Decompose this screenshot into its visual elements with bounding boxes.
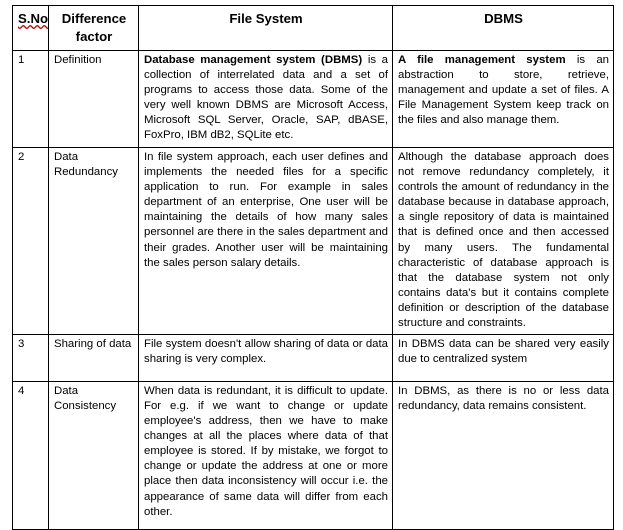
table-row: 2 Data Redundancy In file system approac… xyxy=(12,146,614,335)
table-header: S.No Difference factor File System DBMS xyxy=(12,5,614,51)
cell-sno: 3 xyxy=(12,333,49,382)
cell-dbms-paragraph: Although the database approach does not … xyxy=(398,150,609,332)
document-page: S.No Difference factor File System DBMS … xyxy=(0,0,623,530)
cell-file-system-paragraph: Database management system (DBMS) is a c… xyxy=(144,53,388,144)
table-row: 1 Definition Database management system … xyxy=(12,49,614,148)
column-header-sno-label: S.No xyxy=(18,11,49,26)
table-row: 3 Sharing of data File system doesn't al… xyxy=(12,333,614,382)
cell-file-system-text: In file system approach, each user defin… xyxy=(144,150,388,269)
cell-dbms-paragraph: In DBMS, as there is no or less data red… xyxy=(398,384,609,414)
cell-difference-factor: Sharing of data xyxy=(48,333,139,382)
column-header-dbms: DBMS xyxy=(392,5,614,51)
cell-file-system-paragraph: In file system approach, each user defin… xyxy=(144,150,388,271)
cell-difference-factor: Data Redundancy xyxy=(48,146,139,335)
cell-dbms-lead: A file management system xyxy=(398,53,566,66)
cell-file-system-paragraph: When data is redundant, it is difficult … xyxy=(144,384,388,520)
cell-file-system-lead: Database management system (DBMS) xyxy=(144,53,363,66)
cell-file-system: When data is redundant, it is difficult … xyxy=(138,380,393,530)
table-row: 4 Data Consistency When data is redundan… xyxy=(12,380,614,530)
cell-dbms-text: Although the database approach does not … xyxy=(398,150,609,330)
cell-dbms-text: In DBMS, as there is no or less data red… xyxy=(398,384,609,412)
cell-dbms: In DBMS data can be shared very easily d… xyxy=(392,333,614,382)
cell-file-system: Database management system (DBMS) is a c… xyxy=(138,49,393,148)
cell-difference-factor: Definition xyxy=(48,49,139,148)
cell-dbms: A file management system is an abstracti… xyxy=(392,49,614,148)
cell-file-system-text: is a collection of interrelated data and… xyxy=(144,53,389,142)
cell-sno: 4 xyxy=(12,380,49,530)
column-header-sno: S.No xyxy=(12,5,49,51)
cell-difference-factor: Data Consistency xyxy=(48,380,139,530)
comparison-table: S.No Difference factor File System DBMS … xyxy=(12,5,614,530)
column-header-difference-factor: Difference factor xyxy=(48,5,139,51)
cell-file-system: File system doesn't allow sharing of dat… xyxy=(138,333,393,382)
cell-dbms-paragraph: A file management system is an abstracti… xyxy=(398,53,609,129)
table-body: 1 Definition Database management system … xyxy=(12,49,614,530)
cell-sno: 2 xyxy=(12,146,49,335)
cell-dbms-text: In DBMS data can be shared very easily d… xyxy=(398,337,609,365)
column-header-file-system: File System xyxy=(138,5,393,51)
cell-file-system: In file system approach, each user defin… xyxy=(138,146,393,335)
cell-dbms: Although the database approach does not … xyxy=(392,146,614,335)
cell-dbms-paragraph: In DBMS data can be shared very easily d… xyxy=(398,337,609,367)
cell-dbms: In DBMS, as there is no or less data red… xyxy=(392,380,614,530)
cell-file-system-paragraph: File system doesn't allow sharing of dat… xyxy=(144,337,388,367)
cell-file-system-text: File system doesn't allow sharing of dat… xyxy=(144,337,388,365)
cell-sno: 1 xyxy=(12,49,49,148)
table-header-row: S.No Difference factor File System DBMS xyxy=(12,5,614,51)
cell-file-system-text: When data is redundant, it is difficult … xyxy=(144,384,388,518)
